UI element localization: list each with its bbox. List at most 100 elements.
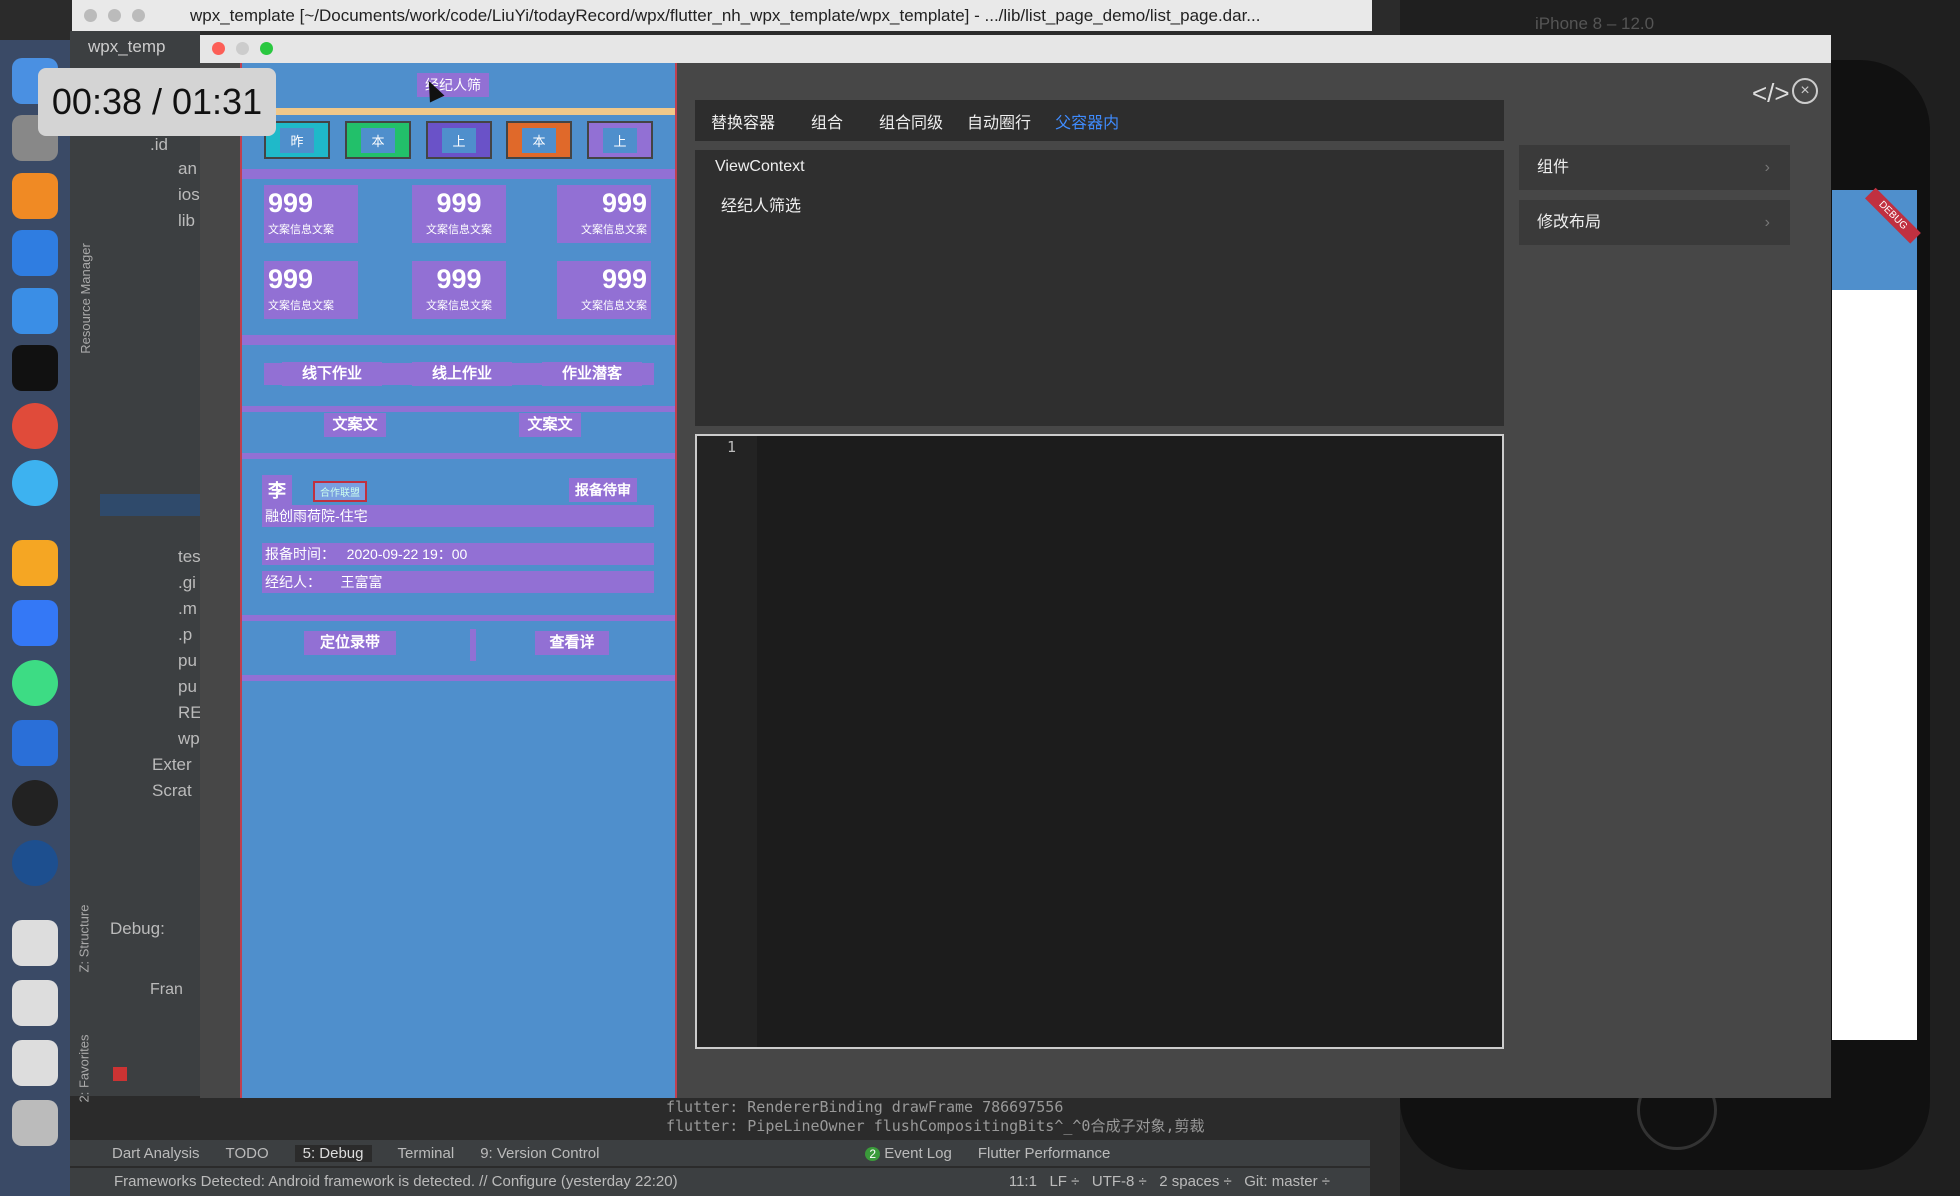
tree-item[interactable]: pu <box>178 677 197 697</box>
favorites-tab[interactable]: 2: Favorites <box>76 1035 91 1103</box>
event-log-tab[interactable]: Event Log <box>884 1145 952 1162</box>
tab-combine-siblings[interactable]: 组合同级 <box>879 109 943 133</box>
close-icon[interactable]: × <box>1792 78 1818 104</box>
tree-item[interactable]: .m <box>178 599 197 619</box>
modify-layout-button[interactable]: 修改布局 › <box>1519 200 1790 245</box>
dart-analysis-tab[interactable]: Dart Analysis <box>112 1145 200 1162</box>
minimize-dot[interactable] <box>108 9 121 22</box>
resource-manager-tab[interactable]: Resource Manager <box>78 243 93 354</box>
tree-item[interactable]: .id <box>150 135 168 155</box>
tree-item[interactable]: an <box>178 159 197 179</box>
tree-item[interactable]: Scrat <box>152 781 192 801</box>
text-button[interactable]: 文案文 <box>324 413 386 437</box>
zoom-dot[interactable] <box>132 9 145 22</box>
tree-item[interactable]: RE <box>178 703 202 723</box>
safari-icon[interactable] <box>12 288 58 334</box>
tab-auto-wrap[interactable]: 自动圈行 <box>967 109 1031 133</box>
stat-value: 999 <box>268 188 314 218</box>
sublime-icon[interactable] <box>12 173 58 219</box>
debug-banner: DEBUG <box>1865 187 1921 244</box>
close-dot[interactable] <box>212 42 225 55</box>
locate-button[interactable]: 定位录带 <box>304 631 396 655</box>
tree-item[interactable]: lib <box>178 211 195 231</box>
stat-card[interactable]: 999 文案信息文案 <box>557 185 651 243</box>
chrome-icon[interactable] <box>12 403 58 449</box>
terminal-tab[interactable]: Terminal <box>398 1145 455 1162</box>
tree-item[interactable]: .gi <box>178 573 196 593</box>
minimize-dot[interactable] <box>236 42 249 55</box>
app-store-icon[interactable] <box>12 720 58 766</box>
stat-card[interactable]: 999 文案信息文案 <box>557 261 651 319</box>
component-button[interactable]: 组件 › <box>1519 145 1790 190</box>
divider <box>242 615 675 621</box>
work-tab[interactable]: 作业潜客 <box>542 362 642 386</box>
tree-item[interactable]: tes <box>178 547 201 567</box>
simulator-appbar: DEBUG <box>1832 187 1921 290</box>
line-separator[interactable]: LF ÷ <box>1049 1173 1079 1190</box>
stat-card[interactable]: 999 文案信息文案 <box>412 185 506 243</box>
stat-card[interactable]: 999 文案信息文案 <box>264 261 358 319</box>
terminal-icon[interactable] <box>12 345 58 391</box>
tree-item[interactable]: wp <box>178 729 200 749</box>
tab-parent-container[interactable]: 父容器内 <box>1055 109 1119 133</box>
code-icon[interactable]: </> <box>1752 78 1790 109</box>
tab-combine[interactable]: 组合 <box>811 109 843 133</box>
indent[interactable]: 2 spaces ÷ <box>1159 1173 1231 1190</box>
status-message[interactable]: Frameworks Detected: Android framework i… <box>114 1173 678 1190</box>
quicktime-icon[interactable] <box>12 840 58 886</box>
flutter-preview: 经纪人筛 昨 本 上 本 上 999 文案信息文案 999 文案信息文案 999 文案… <box>240 63 677 1098</box>
status-badge: 报备待审 <box>569 478 637 502</box>
todo-tab[interactable]: TODO <box>226 1145 269 1162</box>
git-branch[interactable]: Git: master ÷ <box>1244 1173 1330 1190</box>
text-button[interactable]: 文案文 <box>519 413 581 437</box>
tag-button[interactable]: 上 <box>587 121 653 159</box>
debug-tab[interactable]: 5: Debug <box>294 1144 372 1162</box>
divider <box>470 629 476 661</box>
tree-item[interactable]: ios <box>178 185 200 205</box>
context-title: ViewContext <box>715 158 805 175</box>
window-title: wpx_template [~/Documents/work/code/LiuY… <box>190 6 1261 25</box>
divider <box>242 675 675 681</box>
zoom-dot[interactable] <box>260 42 273 55</box>
view-detail-button[interactable]: 查看详 <box>535 631 609 655</box>
flutter-performance-tab[interactable]: Flutter Performance <box>978 1145 1111 1162</box>
version-control-tab[interactable]: 9: Version Control <box>480 1145 599 1162</box>
ide-tab[interactable]: wpx_temp <box>88 37 165 57</box>
stop-icon[interactable] <box>113 1067 127 1081</box>
tree-item[interactable]: Exter <box>152 755 192 775</box>
document-icon[interactable] <box>12 980 58 1026</box>
tag-button[interactable]: 上 <box>426 121 492 159</box>
tag-button[interactable]: 本 <box>506 121 572 159</box>
qq-icon[interactable] <box>12 460 58 506</box>
tag-label: 昨 <box>280 127 314 153</box>
code-editor[interactable]: 1 <box>695 434 1504 1049</box>
line-number: 1 <box>727 438 737 456</box>
debug-console: flutter: RendererBinding drawFrame 78669… <box>650 1098 1340 1140</box>
work-tab[interactable]: 线下作业 <box>282 362 382 386</box>
android-studio-icon[interactable] <box>12 660 58 706</box>
encoding[interactable]: UTF-8 ÷ <box>1092 1173 1147 1190</box>
simulator-screen[interactable] <box>1832 190 1917 1040</box>
trash-icon[interactable] <box>12 1100 58 1146</box>
close-dot[interactable] <box>84 9 97 22</box>
document-icon[interactable] <box>12 920 58 966</box>
cursor-position[interactable]: 11:1 <box>1009 1173 1037 1190</box>
sketch-icon[interactable] <box>12 540 58 586</box>
document-icon[interactable] <box>12 1040 58 1086</box>
tab-replace-container[interactable]: 替换容器 <box>711 109 775 133</box>
tree-item[interactable]: pu <box>178 651 197 671</box>
maps-icon[interactable] <box>12 230 58 276</box>
video-timer: 00:38 / 01:31 <box>38 68 276 136</box>
structure-tab[interactable]: Z: Structure <box>76 905 91 973</box>
frames-tab[interactable]: Fran <box>150 981 183 999</box>
work-tab[interactable]: 线上作业 <box>412 362 512 386</box>
xcode-icon[interactable] <box>12 600 58 646</box>
reeder-icon[interactable] <box>12 780 58 826</box>
tree-item[interactable]: .p <box>178 625 192 645</box>
tag-button[interactable]: 本 <box>345 121 411 159</box>
context-item[interactable]: 经纪人筛选 <box>721 192 801 216</box>
status-bar: Frameworks Detected: Android framework i… <box>70 1168 1370 1196</box>
stat-label: 文案信息文案 <box>426 300 492 312</box>
stat-card[interactable]: 999 文案信息文案 <box>412 261 506 319</box>
stat-card[interactable]: 999 文案信息文案 <box>264 185 358 243</box>
